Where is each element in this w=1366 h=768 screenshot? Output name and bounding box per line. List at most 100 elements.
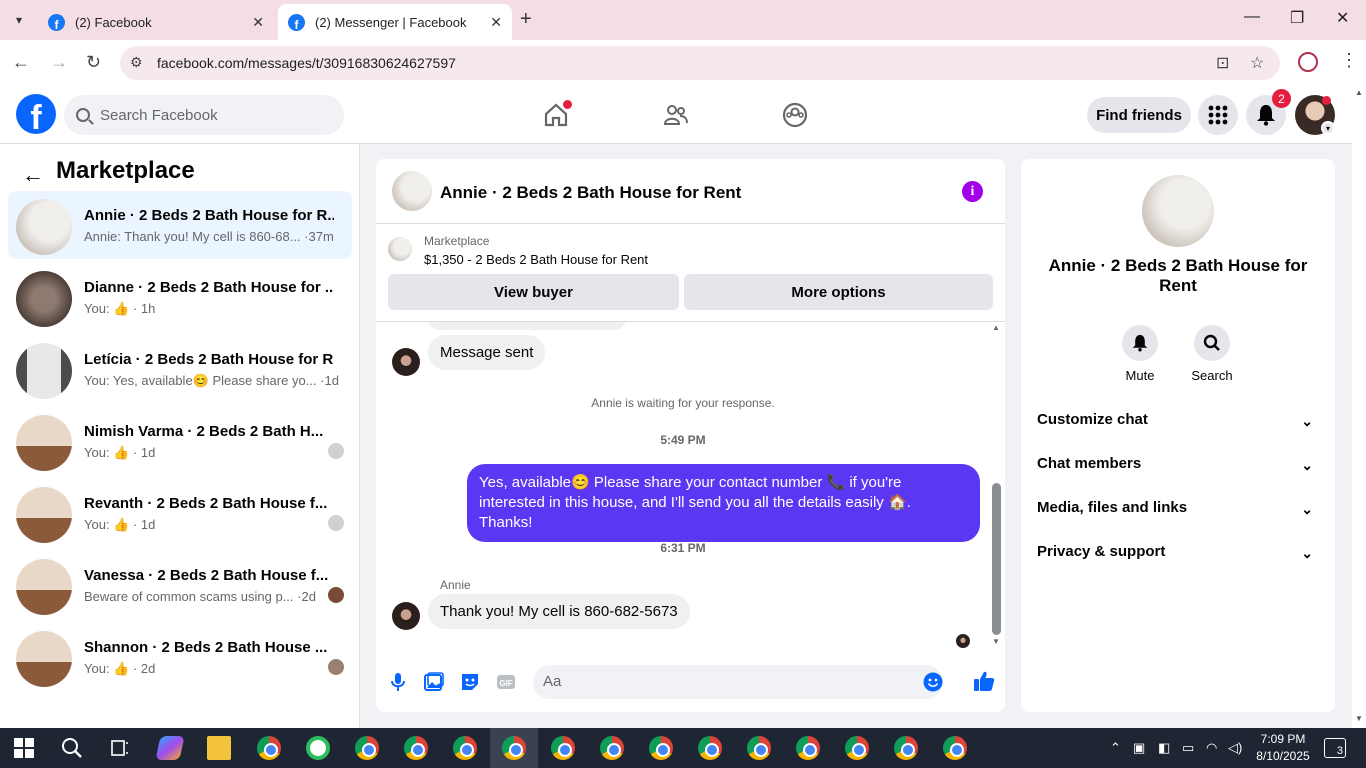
conversation-item[interactable]: Annie · 2 Beds 2 Bath House for R... Ann… bbox=[8, 191, 352, 259]
chrome-icon[interactable] bbox=[649, 736, 673, 760]
chat-thumbnail[interactable] bbox=[392, 171, 432, 211]
chrome-icon[interactable] bbox=[600, 736, 624, 760]
tray-app-icon[interactable]: ▣ bbox=[1133, 740, 1145, 756]
conversation-item[interactable]: Shannon · 2 Beds 2 Bath House ... You: 👍… bbox=[8, 623, 352, 691]
search-action[interactable]: Search bbox=[1182, 325, 1242, 383]
conversation-item[interactable]: Revanth · 2 Beds 2 Bath House f... You: … bbox=[8, 479, 352, 547]
camera-icon[interactable]: ◧ bbox=[1158, 740, 1170, 756]
scroll-up-icon[interactable]: ▲ bbox=[992, 323, 1000, 332]
chrome-icon[interactable] bbox=[894, 736, 918, 760]
windows-start-icon[interactable] bbox=[14, 738, 34, 758]
facebook-search-input[interactable] bbox=[100, 106, 320, 124]
browser-menu-icon[interactable]: ⋮ bbox=[1340, 50, 1358, 71]
view-buyer-button[interactable]: View buyer bbox=[388, 274, 679, 310]
tab-search-chevron-icon[interactable]: ▾ bbox=[8, 9, 30, 31]
scrollbar-thumb[interactable] bbox=[992, 483, 1001, 635]
task-view-icon[interactable] bbox=[108, 736, 132, 760]
tray-chevron-icon[interactable]: ⌃ bbox=[1110, 740, 1121, 756]
read-receipt-avatar bbox=[956, 634, 970, 648]
bookmark-star-icon[interactable]: ☆ bbox=[1250, 53, 1264, 73]
back-icon[interactable]: ← bbox=[12, 52, 30, 73]
tab-close-icon[interactable]: ✕ bbox=[252, 14, 264, 31]
new-tab-button[interactable]: + bbox=[520, 8, 532, 31]
find-friends-button[interactable]: Find friends bbox=[1087, 97, 1191, 133]
chrome-icon[interactable] bbox=[551, 736, 575, 760]
browser-profile-icon[interactable] bbox=[1298, 52, 1318, 72]
message-bubble-incoming[interactable]: Thank you! My cell is 860-682-5673 bbox=[428, 594, 690, 629]
taskbar-clock[interactable]: 7:09 PM 8/10/2025 bbox=[1255, 731, 1311, 765]
page-scrollbar[interactable]: ▲ ▼ bbox=[1352, 86, 1366, 728]
search-icon[interactable] bbox=[1194, 325, 1230, 361]
tab-close-icon[interactable]: ✕ bbox=[490, 14, 502, 31]
photo-icon[interactable] bbox=[424, 672, 444, 692]
chrome-icon[interactable] bbox=[355, 736, 379, 760]
chrome-icon[interactable] bbox=[698, 736, 722, 760]
chrome-icon[interactable] bbox=[845, 736, 869, 760]
tab-messenger[interactable]: f (2) Messenger | Facebook ✕ bbox=[278, 4, 512, 40]
notification-center-icon[interactable]: 3 bbox=[1324, 738, 1346, 758]
omnibox[interactable]: ⚙ facebook.com/messages/t/30916830624627… bbox=[120, 46, 1280, 80]
facebook-logo-icon[interactable]: f bbox=[16, 94, 56, 134]
facebook-search[interactable] bbox=[64, 95, 344, 135]
chrome-profile-icon[interactable] bbox=[306, 736, 330, 760]
message-bubble-outgoing[interactable]: Yes, available😊 Please share your contac… bbox=[467, 464, 980, 542]
message-scrollbar[interactable]: ▲ ▼ bbox=[990, 321, 1004, 651]
conversation-item[interactable]: Nimish Varma · 2 Beds 2 Bath H... You: 👍… bbox=[8, 407, 352, 475]
sender-avatar[interactable] bbox=[392, 602, 420, 630]
conversation-item[interactable]: Letícia · 2 Beds 2 Bath House for R... Y… bbox=[8, 335, 352, 403]
bell-icon[interactable] bbox=[1122, 325, 1158, 361]
microphone-icon[interactable] bbox=[388, 672, 408, 692]
groups-icon[interactable] bbox=[782, 102, 808, 128]
chrome-icon[interactable] bbox=[502, 736, 526, 760]
tab-facebook[interactable]: f (2) Facebook ✕ bbox=[38, 4, 274, 40]
search-icon[interactable] bbox=[60, 736, 84, 760]
chevron-down-icon[interactable]: ▾ bbox=[1321, 121, 1335, 135]
menu-grid-button[interactable] bbox=[1198, 95, 1238, 135]
chrome-icon[interactable] bbox=[747, 736, 771, 760]
scroll-down-icon[interactable]: ▼ bbox=[1355, 714, 1363, 723]
sticker-icon[interactable] bbox=[460, 672, 480, 692]
url-text[interactable]: facebook.com/messages/t/3091683062462759… bbox=[157, 55, 456, 71]
back-arrow-icon[interactable]: ← bbox=[22, 162, 44, 188]
window-close-icon[interactable]: ✕ bbox=[1336, 8, 1349, 28]
install-app-icon[interactable]: ⊡ bbox=[1216, 53, 1229, 73]
chrome-icon[interactable] bbox=[453, 736, 477, 760]
conversation-item[interactable]: Dianne · 2 Beds 2 Bath House for ... You… bbox=[8, 263, 352, 331]
emoji-icon[interactable] bbox=[923, 672, 943, 692]
friends-icon[interactable] bbox=[663, 102, 689, 128]
chat-title[interactable]: Annie · 2 Beds 2 Bath House for Rent bbox=[440, 183, 741, 203]
thumbs-up-icon[interactable] bbox=[973, 670, 995, 692]
file-explorer-icon[interactable] bbox=[207, 736, 231, 760]
sender-avatar[interactable] bbox=[392, 348, 420, 376]
listing-price[interactable]: $1,350 - 2 Beds 2 Bath House for Rent bbox=[424, 252, 648, 267]
battery-icon[interactable]: ▭ bbox=[1182, 740, 1194, 756]
scroll-up-icon[interactable]: ▲ bbox=[1355, 88, 1363, 97]
site-info-icon[interactable]: ⚙ bbox=[130, 54, 143, 71]
minimize-icon[interactable]: — bbox=[1244, 8, 1260, 26]
chat-members-row[interactable]: Chat members ⌄ bbox=[1037, 455, 1319, 479]
copilot-icon[interactable] bbox=[155, 736, 185, 760]
media-files-links-row[interactable]: Media, files and links ⌄ bbox=[1037, 499, 1319, 523]
volume-icon[interactable]: ◁) bbox=[1228, 740, 1242, 756]
restore-icon[interactable]: ❐ bbox=[1290, 8, 1304, 28]
info-icon[interactable]: i bbox=[962, 181, 983, 202]
conversation-item[interactable]: Vanessa · 2 Beds 2 Bath House f... Bewar… bbox=[8, 551, 352, 619]
wifi-icon[interactable]: ◠ bbox=[1206, 740, 1217, 756]
gif-icon[interactable]: GIF bbox=[496, 672, 516, 692]
message-bubble-incoming[interactable]: Message sent bbox=[428, 335, 546, 370]
customize-chat-row[interactable]: Customize chat ⌄ bbox=[1037, 411, 1319, 435]
chrome-icon[interactable] bbox=[943, 736, 967, 760]
forward-icon[interactable]: → bbox=[50, 52, 68, 73]
chrome-icon[interactable] bbox=[257, 736, 281, 760]
message-input[interactable] bbox=[543, 673, 903, 690]
chrome-icon[interactable] bbox=[404, 736, 428, 760]
privacy-support-row[interactable]: Privacy & support ⌄ bbox=[1037, 543, 1319, 567]
listing-thumbnail-large[interactable] bbox=[1142, 175, 1214, 247]
row-label: Privacy & support bbox=[1037, 543, 1166, 560]
message-input-container[interactable] bbox=[533, 665, 943, 699]
more-options-button[interactable]: More options bbox=[684, 274, 993, 310]
reload-icon[interactable]: ↻ bbox=[86, 52, 101, 73]
scroll-down-icon[interactable]: ▼ bbox=[992, 637, 1000, 646]
mute-action[interactable]: Mute bbox=[1110, 325, 1170, 383]
chrome-icon[interactable] bbox=[796, 736, 820, 760]
